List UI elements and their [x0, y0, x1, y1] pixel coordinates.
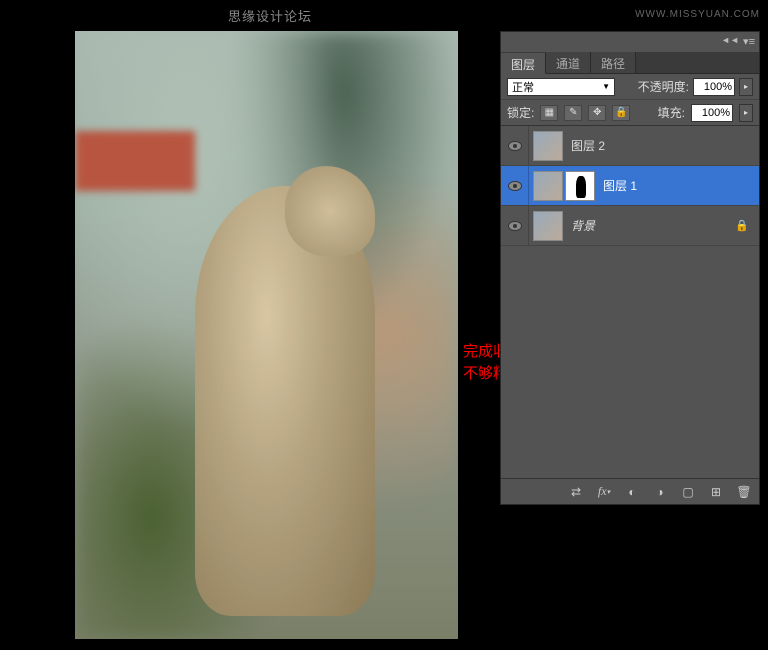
layer-name[interactable]: 图层 2	[571, 137, 605, 154]
fill-flyout-icon[interactable]: ▸	[739, 104, 753, 122]
tab-channels[interactable]: 通道	[546, 52, 591, 73]
lock-transparency-icon[interactable]: ▦	[540, 105, 558, 121]
layer-row[interactable]: 图层 2	[501, 126, 759, 166]
layer-thumbnail[interactable]	[533, 131, 563, 161]
panel-menu-icon[interactable]: ▾≡	[743, 35, 755, 48]
canvas-preview	[75, 31, 458, 639]
visibility-toggle[interactable]	[501, 126, 529, 165]
eye-icon	[508, 221, 522, 231]
opacity-input[interactable]	[693, 78, 735, 96]
fill-label: 填充:	[658, 104, 685, 121]
layer-row[interactable]: 背景 🔒	[501, 206, 759, 246]
eye-icon	[508, 141, 522, 151]
panel-tabs: 图层 通道 路径	[501, 52, 759, 74]
layer-mask-thumbnail[interactable]	[565, 171, 595, 201]
visibility-toggle[interactable]	[501, 166, 529, 205]
blend-mode-select[interactable]: 正常 ▼	[507, 78, 615, 96]
layer-name[interactable]: 背景	[571, 217, 595, 234]
eye-icon	[508, 181, 522, 191]
lock-icon: 🔒	[735, 219, 749, 232]
fill-input[interactable]	[691, 104, 733, 122]
trash-icon[interactable]: 🗑	[735, 484, 753, 500]
mask-icon[interactable]: ◐	[623, 484, 641, 500]
visibility-toggle[interactable]	[501, 206, 529, 245]
layers-list: 图层 2 图层 1 背景 🔒	[501, 126, 759, 478]
new-layer-icon[interactable]: ⊞	[707, 484, 725, 500]
layer-thumbnail[interactable]	[533, 211, 563, 241]
layer-thumbnail[interactable]	[533, 171, 563, 201]
chevron-down-icon: ▼	[602, 82, 610, 91]
canvas-statue	[195, 186, 375, 616]
link-icon[interactable]: ⇄	[567, 484, 585, 500]
lock-position-icon[interactable]: ✥	[588, 105, 606, 121]
layers-panel: ◄◄ ▾≡ 图层 通道 路径 正常 ▼ 不透明度: ▸ 锁定: ▦ ✎ ✥ 🔒 …	[500, 31, 760, 505]
lock-all-icon[interactable]: 🔒	[612, 105, 630, 121]
blend-opacity-row: 正常 ▼ 不透明度: ▸	[501, 74, 759, 100]
layer-name[interactable]: 图层 1	[603, 177, 637, 194]
layer-row[interactable]: 图层 1	[501, 166, 759, 206]
collapse-icon[interactable]: ◄◄	[721, 35, 739, 45]
panel-footer: ⇄ fx▾ ◐ ◑ ▢ ⊞ 🗑	[501, 478, 759, 504]
opacity-flyout-icon[interactable]: ▸	[739, 78, 753, 96]
watermark-url: WWW.MISSYUAN.COM	[635, 9, 760, 20]
adjustment-icon[interactable]: ◑	[651, 484, 669, 500]
tab-paths[interactable]: 路径	[591, 52, 636, 73]
canvas-roof	[75, 131, 195, 191]
fx-icon[interactable]: fx▾	[595, 484, 613, 500]
opacity-label: 不透明度:	[638, 78, 689, 95]
lock-fill-row: 锁定: ▦ ✎ ✥ 🔒 填充: ▸	[501, 100, 759, 126]
blend-mode-value: 正常	[512, 79, 534, 95]
tab-layers[interactable]: 图层	[501, 53, 546, 74]
group-icon[interactable]: ▢	[679, 484, 697, 500]
lock-label: 锁定:	[507, 104, 534, 121]
watermark-text: 思缘设计论坛	[228, 6, 312, 25]
panel-header: ◄◄ ▾≡	[501, 32, 759, 52]
lock-pixels-icon[interactable]: ✎	[564, 105, 582, 121]
